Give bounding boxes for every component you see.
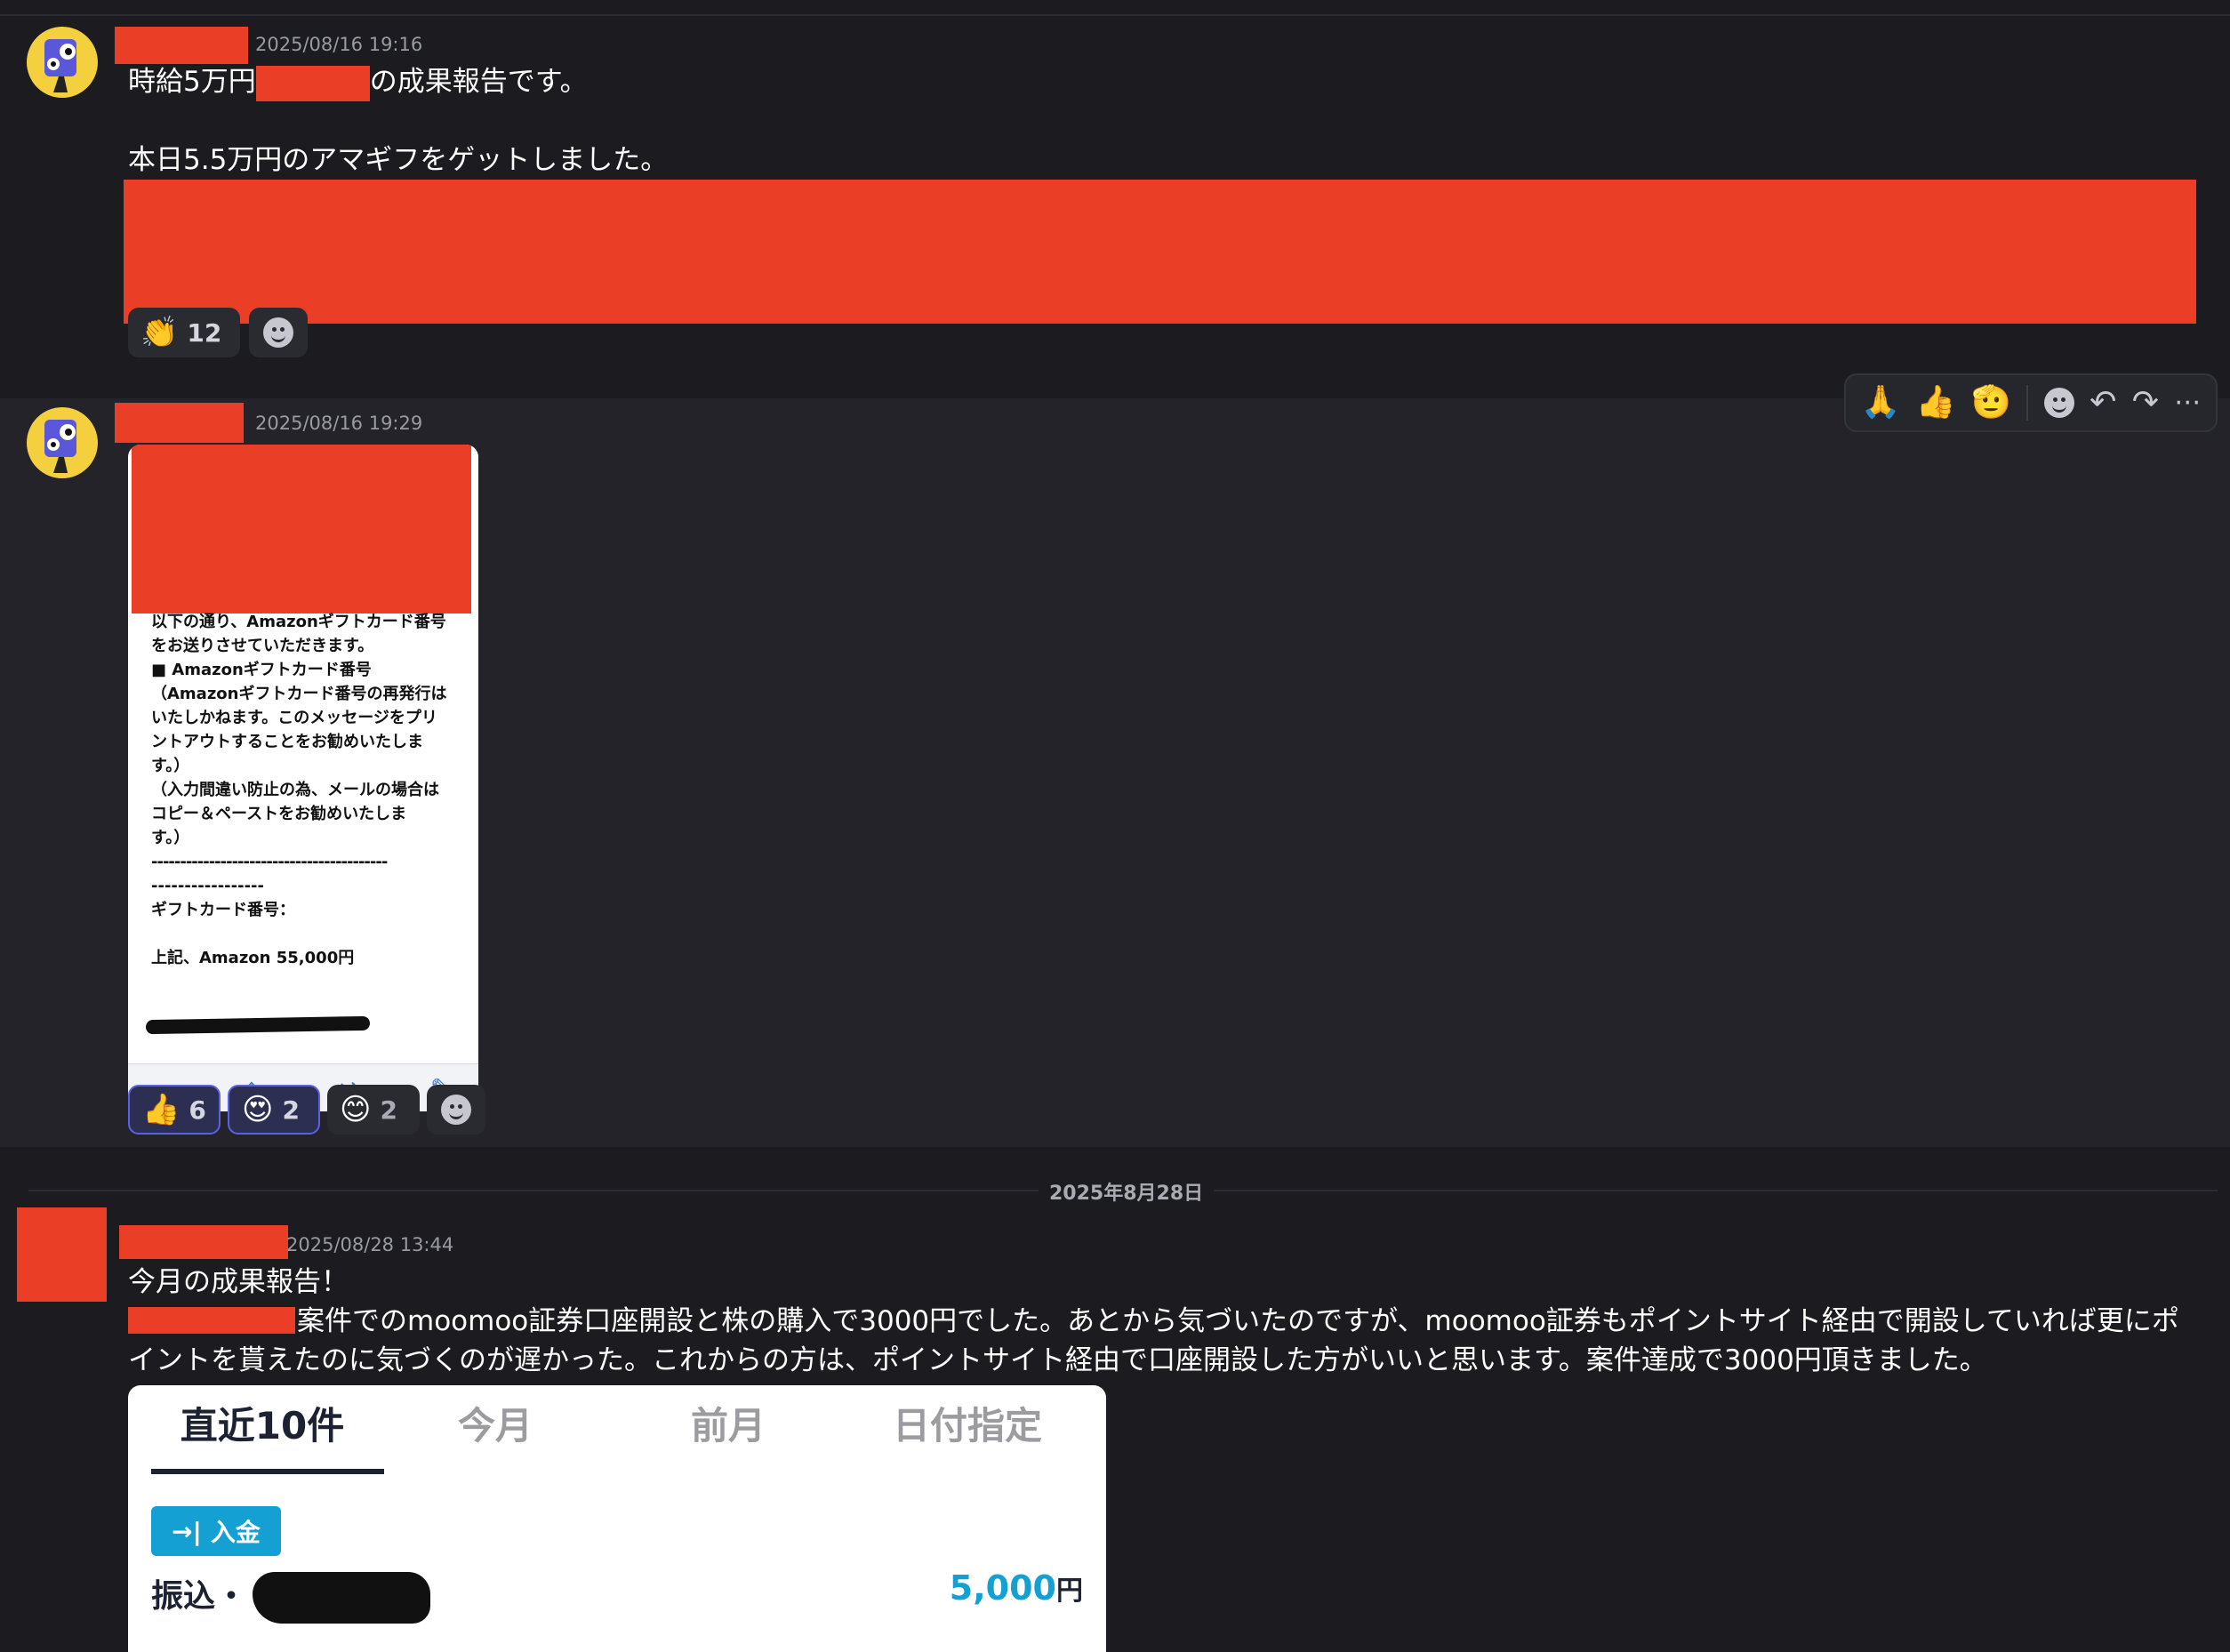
quick-reaction-thumbs-up-icon[interactable]: 👍 [1916, 387, 1956, 419]
email-line: いたしかねます。このメッセージをプリ [151, 709, 437, 727]
email-line [151, 922, 447, 946]
add-reaction-button[interactable] [427, 1085, 485, 1135]
email-line: ントアウトすることをお勧めいたしま [151, 733, 423, 751]
clap-icon: 👏 [140, 315, 179, 350]
email-line: ■ Amazonギフトカード番号 [151, 661, 372, 679]
email-line: （入力間違い防止の為、メールの場合は [151, 781, 439, 799]
date-separator: 2025年8月28日 [1039, 1177, 1215, 1206]
message-2: 2025/08/16 19:29 以下の通り、Amazonギフトカード番号 をお… [0, 398, 2230, 1147]
redacted-username [115, 27, 248, 64]
reaction-count: 2 [380, 1095, 397, 1125]
add-reaction-icon[interactable] [2043, 388, 2074, 418]
more-options-icon[interactable]: ⋯ [2174, 389, 2201, 416]
message-text: 今月の成果報告！ [128, 1266, 349, 1298]
redacted-block [124, 180, 2196, 324]
redacted-text [128, 1307, 295, 1334]
scribbled-gift-code [145, 1015, 371, 1035]
amount-value: 5,000 [949, 1568, 1056, 1608]
email-line: コピー＆ペーストをお勧めいたしま [151, 805, 407, 823]
reaction-count: 6 [189, 1095, 206, 1125]
email-screenshot[interactable]: 以下の通り、Amazonギフトカード番号 をお送りさせていただきます。 ■ Am… [128, 445, 478, 1111]
smile-icon: 😊 [340, 1092, 372, 1127]
message-text-part: 時給5万円 [128, 66, 256, 98]
active-tab-underline [151, 1469, 384, 1474]
tab-date-select[interactable]: 日付指定 [852, 1396, 1083, 1450]
email-line: をお送りさせていただきます。 [151, 637, 374, 655]
email-line: （Amazonギフトカード番号の再発行は [151, 685, 447, 703]
message-timestamp: 2025/08/28 13:44 [286, 1234, 454, 1255]
reaction-count: 12 [187, 317, 222, 348]
reaction-clap[interactable]: 👏 12 [128, 308, 240, 357]
toolbar-divider [2026, 385, 2029, 421]
forward-icon[interactable]: ↷ [2132, 387, 2159, 419]
redacted-block [132, 445, 471, 613]
reaction-smile[interactable]: 😊 2 [327, 1085, 420, 1135]
monster-avatar-icon [44, 420, 76, 473]
amount-row: 5,000円 [950, 1568, 1083, 1608]
avatar[interactable] [27, 27, 98, 98]
redacted-text [255, 65, 370, 101]
monster-avatar-icon [44, 39, 76, 92]
message-action-toolbar: 🙏 👍 🫡 ↶ ↷ ⋯ [1844, 373, 2218, 432]
email-body: 以下の通り、Amazonギフトカード番号 をお送りさせていただきます。 ■ Am… [151, 610, 447, 970]
reply-icon[interactable]: ↶ [2090, 387, 2116, 419]
message-text: 本日5.5万円のアマギフをゲットしました。 [128, 144, 669, 176]
add-reaction-icon [441, 1095, 471, 1125]
message-text: 時給5万円 の成果報告です。 [128, 62, 588, 101]
deposit-arrow-icon: →| [172, 1516, 202, 1546]
reaction-count: 2 [282, 1095, 300, 1125]
message-text-part: の成果報告です。 [369, 66, 588, 98]
currency-unit: 円 [1056, 1576, 1083, 1607]
message-3: 2025/08/28 13:44 今月の成果報告！ 案件でのmoomoo証券口座… [0, 1206, 2230, 1652]
avatar[interactable] [27, 407, 98, 478]
deposit-label: 入金 [210, 1518, 261, 1547]
message-text: イントを貰えたのに気づくのが遅かった。これからの方は、ポイントサイト経由で口座開… [128, 1344, 1987, 1376]
message-text: 案件でのmoomoo証券口座開設と株の購入で3000円でした。あとから気づいたの… [297, 1305, 2179, 1337]
add-reaction-button[interactable] [249, 308, 308, 357]
message-timestamp: 2025/08/16 19:16 [255, 34, 423, 55]
email-line: 上記、Amazon 55,000円 [151, 949, 355, 967]
redacted-avatar [17, 1207, 107, 1302]
thumbs-up-icon: 👍 [142, 1092, 180, 1127]
email-line: ギフトカード番号： [151, 901, 295, 919]
deposit-badge: →| 入金 [151, 1506, 281, 1556]
email-line: 以下の通り、Amazonギフトカード番号 [151, 613, 446, 631]
email-line: ----------------- [151, 877, 265, 895]
tab-recent-10[interactable]: 直近10件 [151, 1396, 373, 1450]
redacted-username [119, 1225, 288, 1259]
heart-eyes-icon: 😍 [242, 1092, 274, 1127]
email-line: ----------------------------------------… [151, 853, 388, 871]
redacted-username [115, 403, 244, 443]
add-reaction-icon [263, 317, 293, 348]
email-line: す。） [151, 757, 190, 775]
transfer-label: 振込・ [151, 1578, 248, 1615]
message-1: 2025/08/16 19:16 時給5万円 の成果報告です。 本日5.5万円のア… [0, 16, 2230, 398]
bank-screenshot[interactable]: 直近10件 今月 前月 日付指定 →| 入金 振込・ 5,000円 [128, 1385, 1106, 1652]
email-line: す。） [151, 829, 190, 847]
reaction-heart-eyes[interactable]: 😍 2 [228, 1085, 320, 1135]
reaction-thumbs-up[interactable]: 👍 6 [128, 1085, 221, 1135]
tab-this-month[interactable]: 今月 [384, 1396, 606, 1450]
quick-reaction-pray-icon[interactable]: 🙏 [1861, 387, 1901, 419]
scribbled-sender [253, 1572, 430, 1624]
quick-reaction-salute-icon[interactable]: 🫡 [1971, 387, 2011, 419]
tab-last-month[interactable]: 前月 [617, 1396, 839, 1450]
message-timestamp: 2025/08/16 19:29 [255, 413, 423, 434]
